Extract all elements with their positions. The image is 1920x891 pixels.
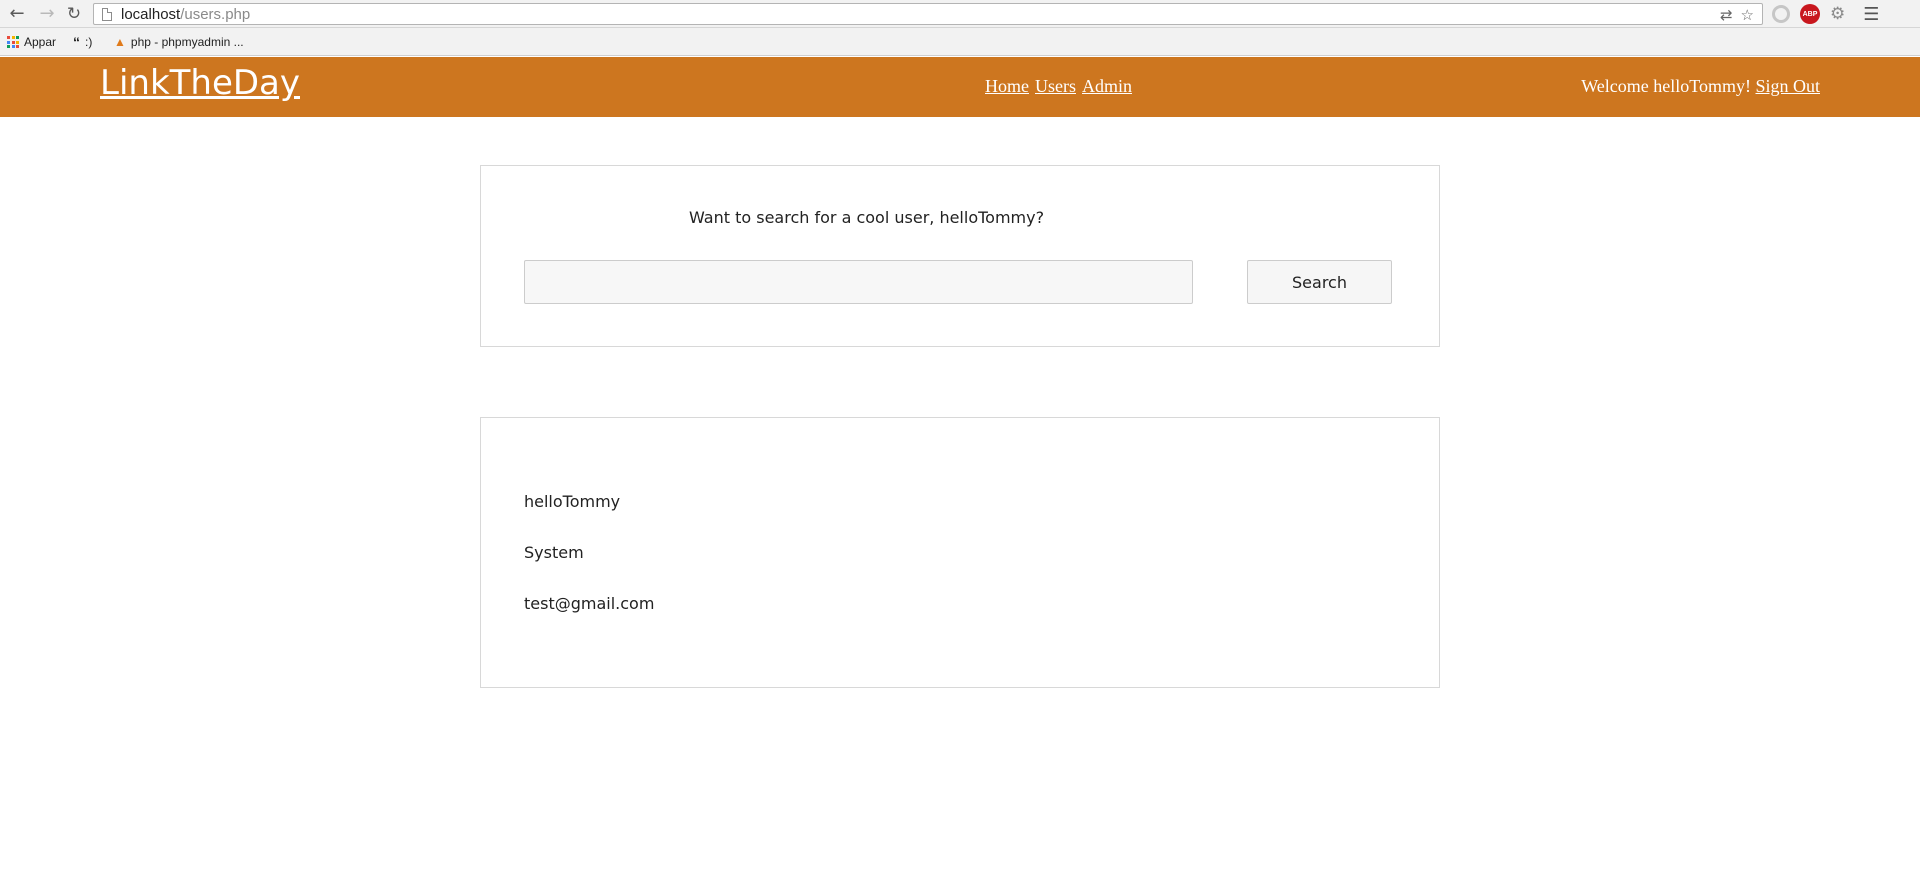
browser-toolbar: ← → ↻ localhost/users.php ⇄ ☆ ABP ⚙ ☰ bbox=[0, 0, 1920, 28]
adblock-label: ABP bbox=[1802, 10, 1818, 18]
sign-out-link[interactable]: Sign Out bbox=[1755, 76, 1820, 96]
bookmark-phpmyadmin[interactable]: ▲ php - phpmyadmin ... bbox=[114, 34, 244, 50]
circle-extension-icon[interactable] bbox=[1772, 5, 1790, 23]
puzzle-extension-icon[interactable]: ⚙ bbox=[1830, 4, 1845, 24]
bookmark-label: :) bbox=[85, 35, 93, 49]
site-header: LinkTheDay Home Users Admin Welcome hell… bbox=[0, 57, 1920, 117]
nav-users-link[interactable]: Users bbox=[1035, 76, 1076, 97]
extension-bar: ABP ⚙ ☰ bbox=[1772, 3, 1879, 25]
star-icon[interactable]: ☆ bbox=[1741, 6, 1754, 24]
bookmark-label: Appar bbox=[24, 35, 57, 49]
url-path: /users.php bbox=[180, 6, 251, 23]
chrome-menu-icon[interactable]: ☰ bbox=[1863, 4, 1879, 25]
apps-grid-icon bbox=[7, 36, 19, 48]
search-prompt: Want to search for a cool user, helloTom… bbox=[689, 208, 1045, 227]
welcome-text: Welcome helloTommy! bbox=[1581, 76, 1751, 96]
back-arrow-icon[interactable]: ← bbox=[6, 3, 28, 25]
php-icon: ▲ bbox=[114, 35, 126, 49]
quote-icon: “ bbox=[73, 34, 80, 50]
search-panel: Want to search for a cool user, helloTom… bbox=[480, 165, 1440, 347]
address-bar[interactable]: localhost/users.php ⇄ ☆ bbox=[93, 3, 1763, 25]
result-email: test@gmail.com bbox=[524, 594, 655, 613]
user-area: Welcome helloTommy! Sign Out bbox=[1581, 76, 1820, 97]
bookmarks-bar: Appar “ :) ▲ php - phpmyadmin ... bbox=[0, 28, 1920, 56]
page-icon bbox=[102, 8, 112, 21]
adblock-plus-icon[interactable]: ABP bbox=[1800, 4, 1820, 24]
nav-home-link[interactable]: Home bbox=[985, 76, 1029, 97]
forward-arrow-icon[interactable]: → bbox=[36, 3, 58, 25]
url-host: localhost bbox=[121, 6, 181, 23]
nav-admin-link[interactable]: Admin bbox=[1082, 76, 1132, 97]
main-nav: Home Users Admin bbox=[985, 76, 1132, 97]
bookmark-label: php - phpmyadmin ... bbox=[130, 35, 244, 49]
search-input[interactable] bbox=[524, 260, 1193, 304]
result-username: helloTommy bbox=[524, 492, 621, 511]
brand-logo-link[interactable]: LinkTheDay bbox=[100, 63, 300, 103]
bookmark-apps[interactable]: Appar bbox=[7, 34, 56, 50]
reload-icon[interactable]: ↻ bbox=[63, 3, 85, 25]
omnibox-actions: ⇄ ☆ bbox=[1720, 5, 1754, 25]
search-button[interactable]: Search bbox=[1247, 260, 1392, 304]
user-result-panel: helloTommy System test@gmail.com bbox=[480, 417, 1440, 688]
address-url[interactable]: localhost/users.php bbox=[121, 6, 250, 23]
bookmark-smile[interactable]: “ :) bbox=[73, 34, 92, 50]
result-role: System bbox=[524, 543, 584, 562]
translate-icon[interactable]: ⇄ bbox=[1720, 6, 1733, 24]
